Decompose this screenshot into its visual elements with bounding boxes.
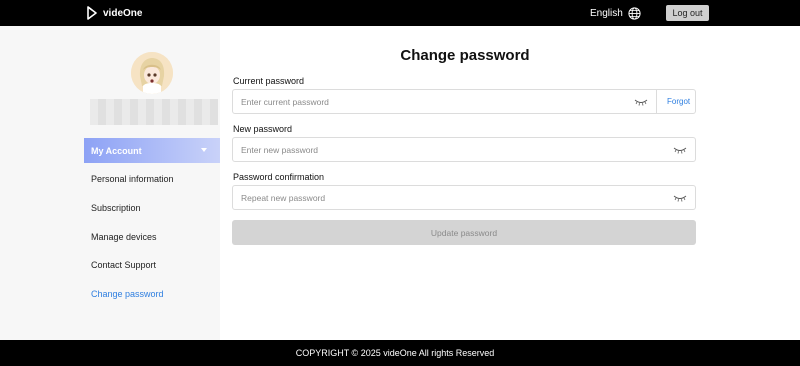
chevron-down-icon: [201, 148, 207, 152]
brand-logo[interactable]: videOne: [86, 6, 142, 20]
sidebar-item-manage-devices[interactable]: Manage devices: [91, 232, 157, 242]
new-password-field: [232, 137, 696, 162]
account-sidebar: My Account Personal information Subscrip…: [0, 26, 220, 340]
sidebar-item-subscription[interactable]: Subscription: [91, 203, 141, 213]
brand-name: videOne: [103, 7, 143, 19]
sidebar-item-change-password[interactable]: Change password: [91, 289, 164, 299]
password-confirmation-input[interactable]: [241, 192, 621, 204]
logout-button[interactable]: Log out: [666, 5, 709, 21]
sidebar-item-contact-support[interactable]: Contact Support: [91, 260, 156, 270]
current-password-label: Current password: [233, 76, 305, 86]
current-password-input[interactable]: [241, 96, 621, 108]
avatar: [131, 52, 173, 94]
menu-title: My Account: [91, 145, 142, 156]
my-account-menu-toggle[interactable]: My Account: [84, 138, 220, 163]
page-title: Change password: [400, 47, 530, 64]
top-bar: videOne English Log out: [0, 0, 800, 26]
current-password-field: Forgot: [232, 89, 696, 114]
eye-closed-icon[interactable]: [634, 97, 648, 107]
sidebar-item-personal-information[interactable]: Personal information: [91, 174, 174, 184]
avatar-image: [131, 52, 173, 94]
videone-logo-icon: [87, 6, 97, 20]
forgot-password-link[interactable]: Forgot: [667, 97, 690, 106]
change-password-panel: Change password Current password Forgot …: [220, 26, 800, 340]
globe-icon: [628, 6, 641, 20]
password-confirmation-label: Password confirmation: [233, 172, 325, 182]
username-redacted: [90, 99, 218, 125]
new-password-label: New password: [233, 124, 293, 134]
copyright-text: COPYRIGHT © 2025 videOne All rights Rese…: [295, 348, 495, 358]
field-divider: [656, 90, 657, 113]
password-confirmation-field: [232, 185, 696, 210]
eye-closed-icon[interactable]: [673, 193, 687, 203]
new-password-input[interactable]: [241, 144, 621, 156]
footer: COPYRIGHT © 2025 videOne All rights Rese…: [0, 340, 800, 366]
language-selector[interactable]: English: [590, 6, 641, 20]
eye-closed-icon[interactable]: [673, 145, 687, 155]
language-label: English: [590, 7, 623, 19]
update-password-button[interactable]: Update password: [232, 220, 696, 245]
